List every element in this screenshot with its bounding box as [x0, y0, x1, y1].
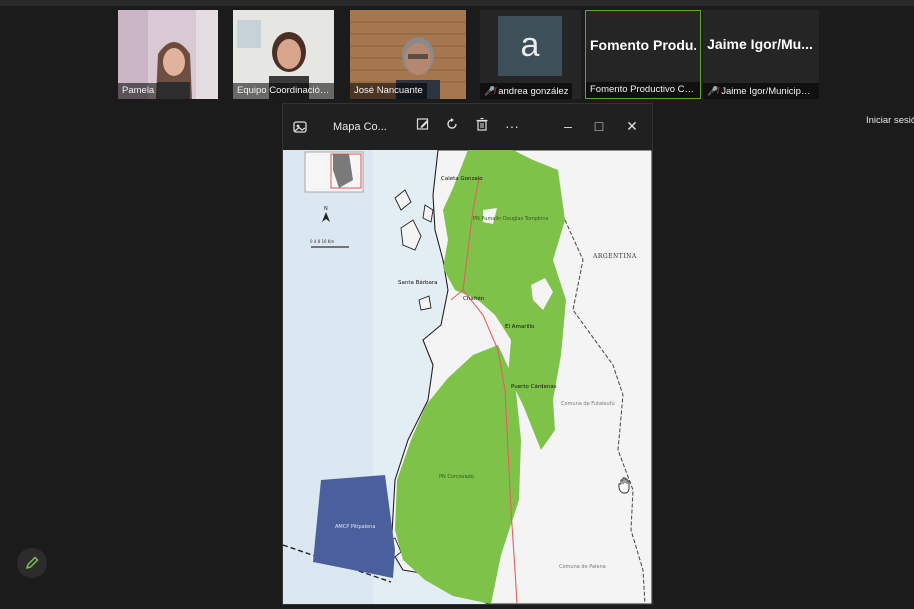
map-label-el-amarillo: El Amarillo	[505, 324, 535, 330]
photos-app-icon	[293, 120, 307, 134]
map-label-puerto-cardenas: Puerto Cárdenas	[511, 383, 557, 390]
participant-display-name: Jaime Igor/Mu...	[707, 36, 813, 52]
map-north-label: N	[324, 206, 328, 212]
map-canvas: Caleta Gonzalo PN Pumalín Douglas Tompki…	[283, 150, 652, 604]
participant-tile-andrea[interactable]: a 🎤̸ andrea gonzález	[480, 10, 581, 99]
participant-name-bar: 🎤̸ Jaime Igor/Municipali...	[703, 83, 819, 99]
image-viewer-window: Mapa Co... ··· – □ ✕ Caleta Gonzalo PN P…	[282, 103, 653, 605]
participant-name: Pamela	[118, 83, 159, 99]
minimize-icon[interactable]: –	[559, 117, 577, 135]
map-label-chaiten: Chaitén	[463, 295, 485, 302]
mic-muted-icon: 🎤̸	[707, 86, 719, 96]
viewer-file-title: Mapa Co...	[333, 121, 387, 133]
map-label-corcovado: PN Corcovado	[439, 474, 474, 480]
participant-tile-pamela[interactable]: Pamela	[118, 10, 218, 99]
participant-name: Equipo Coordinación Estr...	[233, 83, 334, 99]
edit-icon[interactable]	[414, 117, 432, 135]
participant-name: Jaime Igor/Municipali...	[721, 86, 819, 97]
map-label-amp: AMCP Pitipalena	[335, 524, 375, 530]
map-image: Caleta Gonzalo PN Pumalín Douglas Tompki…	[283, 150, 652, 604]
map-scale-label: 0 4 8 16 Km	[310, 239, 334, 244]
participant-tile-jose[interactable]: José Nancuante	[350, 10, 466, 99]
participant-name: Fomento Productivo Chai...	[586, 82, 700, 98]
participant-name: José Nancuante	[350, 83, 427, 99]
avatar: a	[498, 16, 562, 76]
map-label-argentina: ARGENTINA	[592, 253, 637, 260]
map-label-comuna-futaleufu: Comuna de Futaleufú	[561, 400, 615, 407]
participant-name: andrea gonzález	[498, 86, 569, 97]
rotate-icon[interactable]	[443, 117, 461, 135]
pencil-icon[interactable]	[17, 548, 47, 578]
mic-muted-icon: 🎤̸	[484, 86, 496, 96]
viewer-title-bar: Mapa Co... ··· – □ ✕	[283, 104, 652, 150]
participant-display-name: Fomento Produ...	[590, 37, 696, 53]
signin-link[interactable]: Iniciar sesión	[866, 115, 914, 126]
participant-name-bar: 🎤̸ andrea gonzález	[480, 83, 573, 99]
more-icon[interactable]: ···	[503, 117, 521, 135]
close-icon[interactable]: ✕	[623, 117, 641, 135]
map-label-santa-barbara: Santa Bárbara	[398, 279, 438, 286]
delete-icon[interactable]	[473, 117, 491, 135]
window-top-edge	[0, 0, 914, 6]
participant-tile-fomento[interactable]: Fomento Produ... Fomento Productivo Chai…	[585, 10, 701, 99]
maximize-icon[interactable]: □	[590, 117, 608, 135]
map-label-caleta-gonzalo: Caleta Gonzalo	[441, 176, 483, 182]
participant-tile-equipo[interactable]: Equipo Coordinación Estr...	[233, 10, 334, 99]
map-label-comuna-palena: Comuna de Palena	[559, 564, 606, 570]
map-label-pumalin: PN Pumalín Douglas Tompkins	[473, 215, 549, 222]
participant-tile-jaime[interactable]: Jaime Igor/Mu... 🎤̸ Jaime Igor/Municipali…	[703, 10, 819, 99]
